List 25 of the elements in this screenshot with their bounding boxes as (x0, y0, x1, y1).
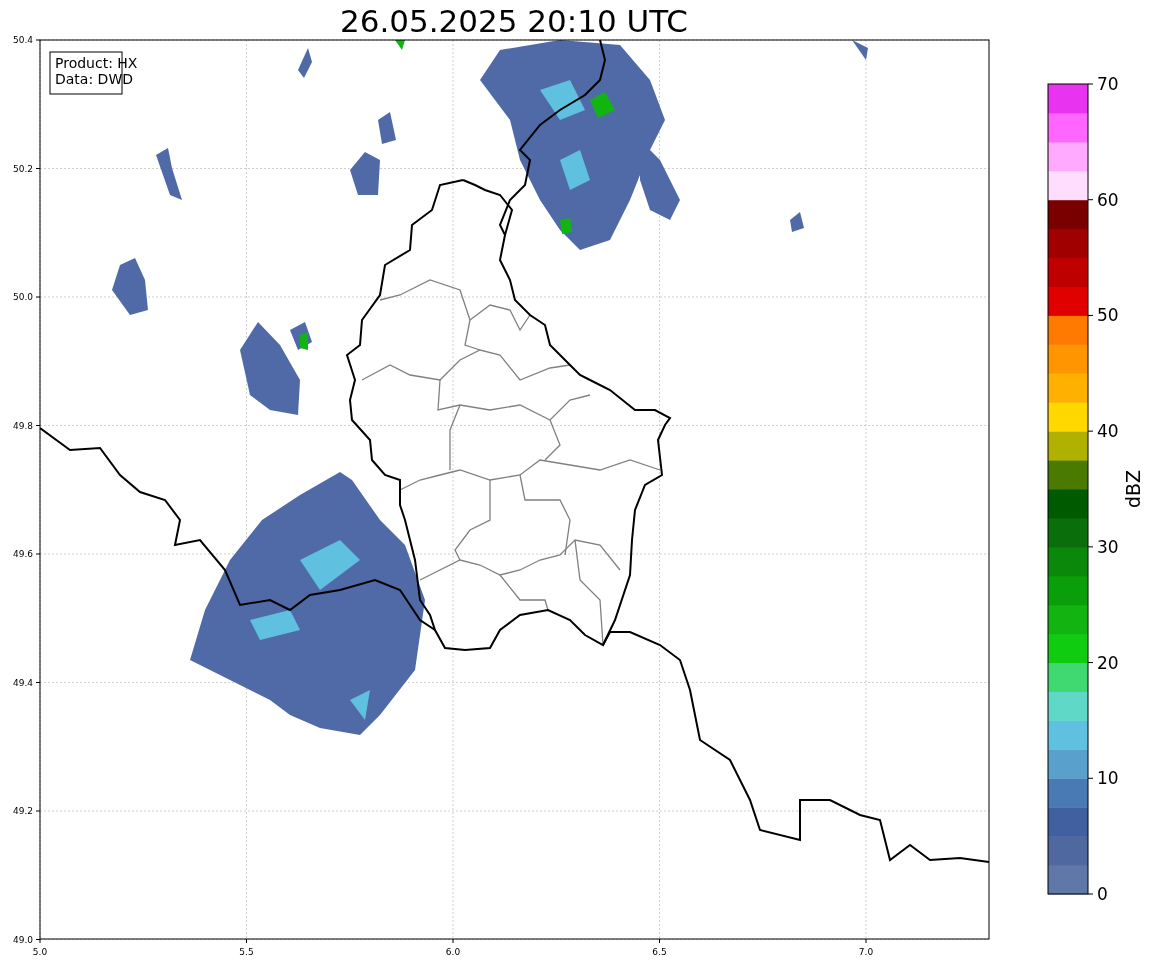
colorbar-tick-label: 20 (1097, 652, 1119, 673)
info-text: Product: HX (55, 55, 138, 71)
y-tick-label: 50.4 (12, 35, 33, 45)
colorbar-tick-label: 30 (1097, 536, 1119, 557)
x-tick-label: 6.0 (445, 947, 461, 957)
info-text: Data: DWD (55, 71, 133, 87)
colorbar-tick-label: 40 (1097, 421, 1119, 442)
x-tick-label: 5.0 (32, 947, 48, 957)
colorbar-label: dBZ (1122, 469, 1144, 509)
colorbar-tick-label: 70 (1097, 74, 1119, 94)
colorbar-tick-label: 10 (1097, 768, 1119, 789)
y-tick-label: 49.4 (12, 677, 33, 688)
y-tick-label: 50.0 (12, 292, 33, 302)
y-tick-label: 49.0 (12, 934, 33, 945)
y-tick-label: 49.2 (12, 806, 33, 816)
y-tick-label: 49.6 (12, 549, 33, 559)
colorbar-tick-label: 50 (1097, 305, 1119, 326)
colorbar-tick-label: 0 (1097, 884, 1108, 904)
x-tick-label: 7.0 (858, 947, 874, 957)
y-tick-label: 49.8 (12, 420, 33, 431)
y-tick-label: 50.2 (12, 163, 33, 174)
x-tick-label: 5.5 (239, 947, 254, 957)
x-tick-label: 6.5 (652, 947, 667, 957)
chart-title: 26.05.2025 20:10 UTC (340, 3, 688, 39)
colorbar-tick-label: 60 (1097, 189, 1119, 210)
